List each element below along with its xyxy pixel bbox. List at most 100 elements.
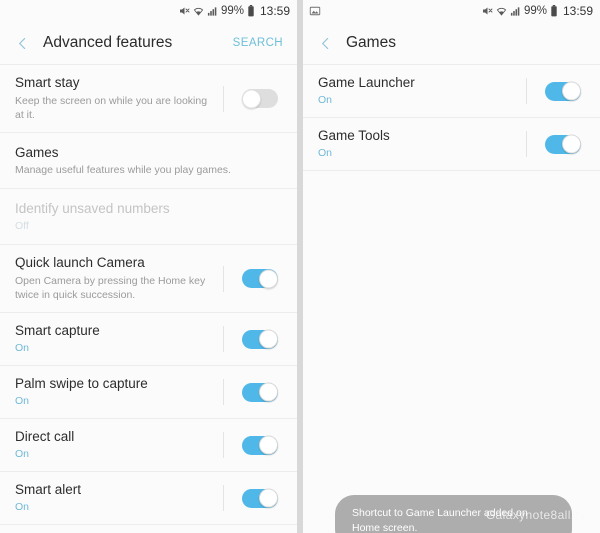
- page-title-games: Games: [346, 34, 396, 51]
- mute-icon: [178, 5, 190, 17]
- list-item-palm-swipe-to-capture[interactable]: Palm swipe to capture On: [0, 366, 297, 419]
- toggle-knob: [562, 134, 581, 154]
- toggle-divider: [223, 85, 224, 112]
- row-subtitle: On: [318, 147, 333, 160]
- row-title: Game Launcher: [318, 75, 415, 91]
- toggle-knob: [259, 488, 278, 508]
- list-item-game-tools[interactable]: Game Tools On: [303, 118, 600, 171]
- status-bar-system-icons-left: 99% 13:59: [178, 4, 290, 18]
- row-title: Quick launch Camera: [15, 255, 145, 271]
- row-subtitle: On: [15, 395, 30, 408]
- row-subtitle: On: [15, 342, 30, 355]
- row-subtitle: Open Camera by pressing the Home key twi…: [15, 274, 206, 302]
- toggle-cell: [223, 366, 297, 418]
- row-title: Game Tools: [318, 128, 390, 144]
- toggle-divider: [223, 379, 224, 405]
- row-subtitle: On: [15, 501, 30, 514]
- toggle-knob: [562, 81, 581, 101]
- row-subtitle: On: [15, 448, 30, 461]
- toggle-smart-alert[interactable]: [242, 488, 278, 508]
- row-text: Palm swipe to capture On: [15, 366, 223, 418]
- settings-list-right: Game Launcher On Game Tools On: [303, 65, 600, 171]
- row-title: Games: [15, 144, 59, 160]
- row-title: Palm swipe to capture: [15, 376, 148, 392]
- dual-screenshot-container: 99% 13:59 Advanced features SEARCH Smart…: [0, 0, 600, 533]
- toggle-cell: [223, 419, 297, 471]
- list-item-game-launcher[interactable]: Game Launcher On: [303, 65, 600, 118]
- status-bar-right: 99% 13:59: [303, 0, 600, 22]
- back-chevron-icon[interactable]: [313, 31, 337, 55]
- toggle-knob: [242, 89, 261, 108]
- row-subtitle: Off: [15, 219, 29, 232]
- toggle-divider: [223, 326, 224, 352]
- status-bar-notifications-right: [309, 5, 481, 17]
- toggle-knob: [259, 435, 278, 455]
- toggle-smart-capture[interactable]: [242, 329, 278, 349]
- toggle-knob: [259, 269, 278, 288]
- signal-icon: [207, 6, 218, 17]
- row-subtitle: Keep the screen on while you are looking…: [15, 94, 208, 122]
- toggle-game-launcher[interactable]: [545, 81, 581, 101]
- row-text: Identify unsaved numbers Off: [15, 191, 297, 243]
- row-subtitle: Manage useful features while you play ga…: [15, 163, 231, 176]
- toggle-divider: [223, 485, 224, 511]
- toggle-knob: [259, 329, 278, 349]
- left-screen-advanced-features: 99% 13:59 Advanced features SEARCH Smart…: [0, 0, 297, 533]
- list-item-quick-launch-camera[interactable]: Quick launch Camera Open Camera by press…: [0, 245, 297, 313]
- row-text: Game Tools On: [318, 118, 526, 170]
- list-item-smart-alert[interactable]: Smart alert On: [0, 472, 297, 525]
- toggle-quick-launch-camera[interactable]: [242, 269, 278, 288]
- row-text: Quick launch Camera Open Camera by press…: [15, 245, 223, 311]
- back-chevron-icon[interactable]: [10, 31, 34, 55]
- row-text: Direct call On: [15, 419, 223, 471]
- signal-icon: [510, 6, 521, 17]
- toggle-cell: [223, 472, 297, 524]
- right-screen-games: 99% 13:59 Games Game Launcher On Game To…: [303, 0, 600, 533]
- toggle-smart-stay[interactable]: [242, 89, 278, 108]
- row-subtitle: On: [318, 94, 333, 107]
- toggle-divider: [526, 131, 527, 157]
- games-content-area: Game Launcher On Game Tools On Shortcut …: [303, 65, 600, 533]
- clock-left: 13:59: [259, 4, 290, 18]
- row-text: Smart stay Keep the screen on while you …: [15, 65, 223, 131]
- status-bar-system-icons-right: 99% 13:59: [481, 4, 593, 18]
- toggle-game-tools[interactable]: [545, 134, 581, 154]
- battery-percentage-right: 99%: [523, 5, 547, 17]
- row-text: Smart alert On: [15, 472, 223, 524]
- mute-icon: [481, 5, 493, 17]
- battery-icon: [247, 5, 255, 17]
- row-text: Game Launcher On: [318, 65, 526, 117]
- battery-icon: [550, 5, 558, 17]
- battery-percentage-left: 99%: [220, 5, 244, 17]
- toggle-palm-swipe-to-capture[interactable]: [242, 382, 278, 402]
- toggle-divider: [223, 432, 224, 458]
- toggle-cell: [526, 118, 600, 170]
- row-title: Smart capture: [15, 323, 100, 339]
- list-item-smart-stay[interactable]: Smart stay Keep the screen on while you …: [0, 65, 297, 133]
- search-button[interactable]: SEARCH: [233, 37, 283, 49]
- toggle-divider: [526, 78, 527, 104]
- action-bar-right: Games: [303, 22, 600, 65]
- toast-message: Shortcut to Game Launcher added on Home …: [335, 495, 572, 533]
- toggle-direct-call[interactable]: [242, 435, 278, 455]
- row-text: Games Manage useful features while you p…: [15, 135, 297, 187]
- clock-right: 13:59: [562, 4, 593, 18]
- toggle-cell: [223, 245, 297, 312]
- list-item-direct-call[interactable]: Direct call On: [0, 419, 297, 472]
- action-bar-left: Advanced features SEARCH: [0, 22, 297, 65]
- list-item-games[interactable]: Games Manage useful features while you p…: [0, 133, 297, 189]
- screenshot-image-icon: [309, 5, 321, 17]
- list-item-identify-unsaved-numbers: Identify unsaved numbers Off: [0, 189, 297, 245]
- toggle-knob: [259, 382, 278, 402]
- row-title: Smart stay: [15, 75, 80, 91]
- wifi-icon: [193, 6, 204, 17]
- toggle-cell: [223, 65, 297, 132]
- row-title: Smart alert: [15, 482, 82, 498]
- page-title-advanced-features: Advanced features: [43, 34, 173, 51]
- row-title: Identify unsaved numbers: [15, 200, 170, 216]
- status-bar-left: 99% 13:59: [0, 0, 297, 22]
- wifi-icon: [496, 6, 507, 17]
- toggle-cell: [223, 313, 297, 365]
- toggle-cell: [526, 65, 600, 117]
- list-item-smart-capture[interactable]: Smart capture On: [0, 313, 297, 366]
